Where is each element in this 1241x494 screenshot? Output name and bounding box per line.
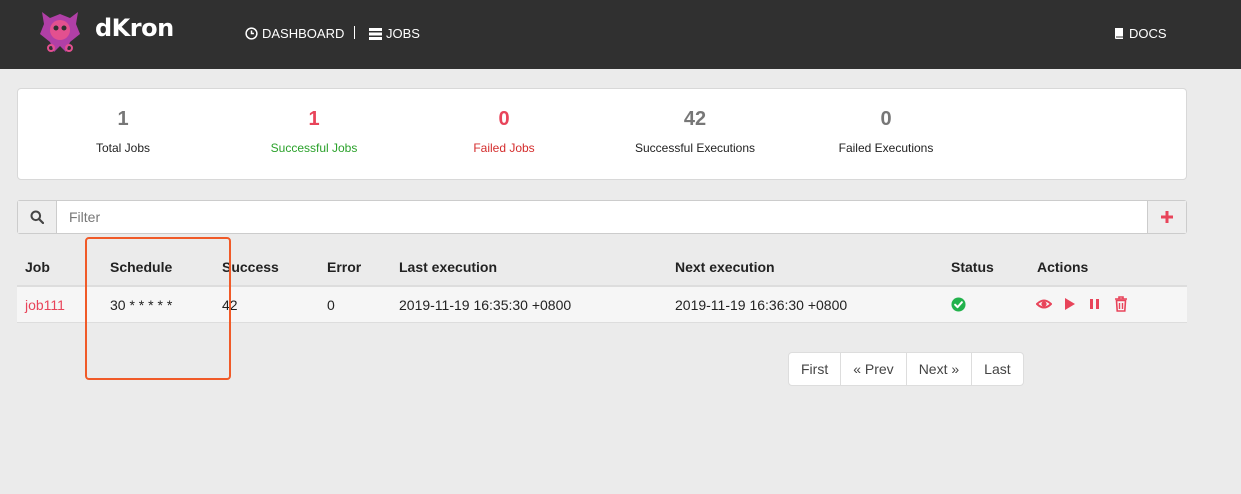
nav-jobs-label: JOBS xyxy=(386,26,420,41)
stat-value: 1 xyxy=(308,108,320,130)
pagination-prev[interactable]: « Prev xyxy=(840,353,905,385)
nav-docs[interactable]: DOCS xyxy=(1114,26,1167,41)
filter-bar xyxy=(17,200,1187,234)
pagination-last[interactable]: Last xyxy=(971,353,1022,385)
filter-input[interactable] xyxy=(58,201,1148,233)
schedule-highlight-box xyxy=(85,237,231,380)
stat-total-jobs: 1 Total Jobs xyxy=(28,107,218,155)
check-circle-icon xyxy=(951,297,966,312)
trash-icon[interactable] xyxy=(1114,296,1128,312)
job-name-link[interactable]: job111 xyxy=(25,297,65,313)
column-header-status[interactable]: Status xyxy=(951,259,994,275)
pagination: First « Prev Next » Last xyxy=(788,352,1024,386)
navbar: dKron DASHBOARD JOBS DOCS xyxy=(0,0,1241,69)
nav-dashboard[interactable]: DASHBOARD xyxy=(245,26,344,41)
octopus-logo-icon[interactable] xyxy=(36,8,84,54)
search-icon xyxy=(30,210,44,224)
pagination-next[interactable]: Next » xyxy=(905,353,971,385)
job-last-execution: 2019-11-19 16:35:30 +0800 xyxy=(399,297,572,313)
eye-icon[interactable] xyxy=(1036,296,1052,312)
list-icon xyxy=(369,27,382,40)
clock-icon xyxy=(245,27,258,40)
stat-value: 1 xyxy=(117,108,129,130)
pagination-first[interactable]: First xyxy=(789,353,840,385)
column-header-actions: Actions xyxy=(1037,259,1089,275)
job-next-execution: 2019-11-19 16:36:30 +0800 xyxy=(675,297,848,313)
stat-value: 0 xyxy=(880,108,892,130)
stat-failed-executions: 0 Failed Executions xyxy=(791,107,981,155)
stat-label: Successful Executions xyxy=(634,141,756,155)
column-header-job[interactable]: Job xyxy=(25,259,50,275)
nav-dashboard-label: DASHBOARD xyxy=(262,26,345,41)
stat-label: Total Jobs xyxy=(95,141,151,155)
stat-failed-jobs: 0 Failed Jobs xyxy=(409,107,599,155)
search-button[interactable] xyxy=(18,201,57,233)
stats-panel: 1 Total Jobs 1 Successful Jobs 0 Failed … xyxy=(17,88,1187,180)
column-header-last-execution[interactable]: Last execution xyxy=(399,259,497,275)
stat-label: Successful Jobs xyxy=(270,141,358,155)
stat-label: Failed Jobs xyxy=(473,141,535,155)
plus-icon xyxy=(1161,211,1173,223)
stat-successful-executions: 42 Successful Executions xyxy=(600,107,790,155)
book-icon xyxy=(1115,28,1124,39)
brand-name[interactable]: dKron xyxy=(95,14,174,42)
pause-icon[interactable] xyxy=(1089,296,1100,312)
column-header-next-execution[interactable]: Next execution xyxy=(675,259,775,275)
job-error-count: 0 xyxy=(327,297,335,313)
column-header-error[interactable]: Error xyxy=(327,259,361,275)
nav-divider xyxy=(354,26,355,39)
nav-docs-label: DOCS xyxy=(1129,26,1167,41)
nav-jobs[interactable]: JOBS xyxy=(369,26,420,41)
stat-value: 42 xyxy=(683,108,707,130)
stat-value: 0 xyxy=(498,108,510,130)
add-job-button[interactable] xyxy=(1147,201,1186,233)
stat-label: Failed Executions xyxy=(838,141,934,155)
play-icon[interactable] xyxy=(1064,296,1076,312)
stat-successful-jobs: 1 Successful Jobs xyxy=(219,107,409,155)
